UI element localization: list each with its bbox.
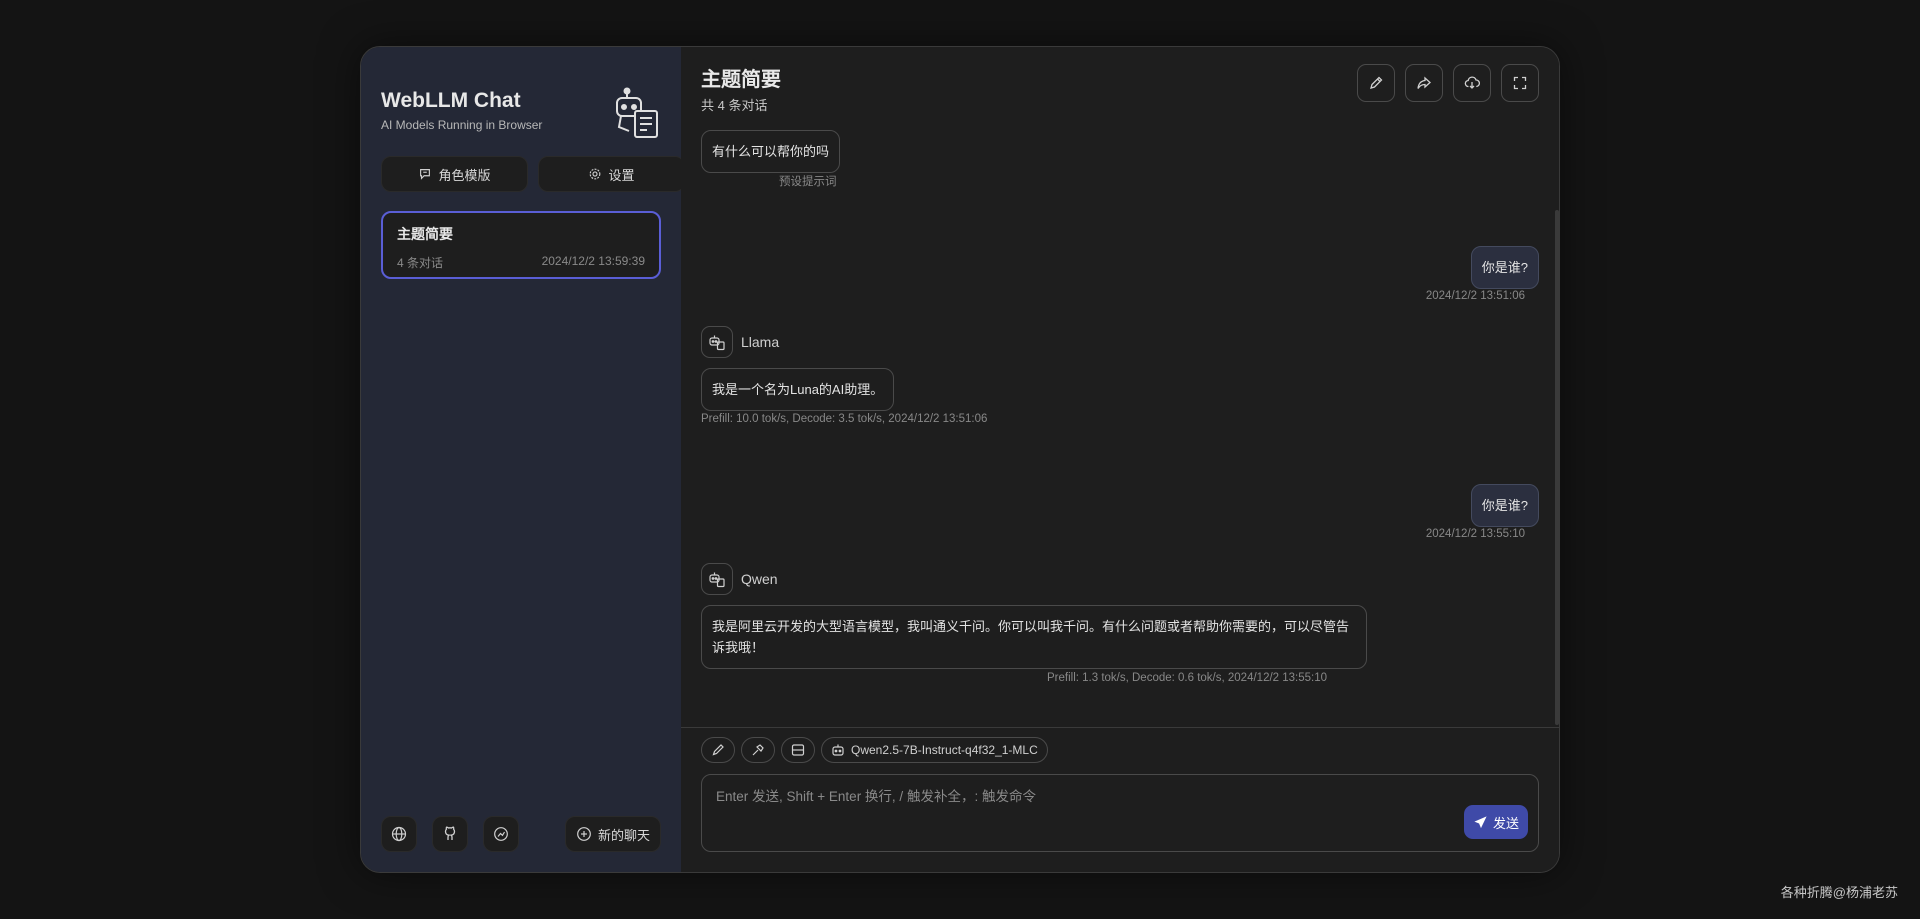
preset-message: 有什么可以帮你的吗 <box>701 130 841 173</box>
clear-context-button[interactable] <box>701 737 735 763</box>
send-label: 发送 <box>1492 815 1519 831</box>
download-button[interactable] <box>1453 64 1491 102</box>
send-icon <box>1474 815 1487 828</box>
model-chip-label: Qwen2.5-7B-Instruct-q4f32_1-MLC <box>851 743 1038 757</box>
gear-icon <box>590 168 601 180</box>
app-title: WebLLM Chat <box>381 89 521 112</box>
cloud-download-icon <box>1464 76 1480 89</box>
sidebar-actions: 角色模版 设置 <box>381 156 685 192</box>
watermark-text: 各种折腾@杨浦老苏 <box>1780 885 1898 900</box>
app-window: WebLLM Chat AI Models Running in Browser <box>360 46 1560 873</box>
settings-button[interactable]: 设置 <box>538 156 685 192</box>
send-button[interactable]: 发送 <box>1464 805 1528 839</box>
chat-item-count: 4 条对话 <box>397 256 444 270</box>
dashboard-icon <box>494 827 508 841</box>
chat-title[interactable]: 主题简要 <box>701 63 781 92</box>
bot-message: 我是一个名为Luna的AI助理。 <box>701 368 895 411</box>
preset-note: 预设提示词 <box>779 176 837 188</box>
prompt-button[interactable] <box>741 737 775 763</box>
chat-item-title: 主题简要 <box>397 226 453 242</box>
hammer-icon <box>752 744 764 756</box>
globe-icon <box>391 826 407 842</box>
chat-header: 主题简要 共 4 条对话 <box>701 63 781 114</box>
composer-divider <box>681 727 1559 728</box>
new-chat-button[interactable]: 新的聊天 <box>564 816 661 852</box>
robot-icon <box>832 744 844 756</box>
chat-subtitle: 共 4 条对话 <box>701 98 768 113</box>
github-button[interactable] <box>432 816 468 852</box>
chat-panel: 主题简要 共 4 条对话 有什么可以帮你的吗 预设提示词 你是谁? 2024/1… <box>681 47 1559 872</box>
robot-icon <box>709 572 725 588</box>
bot-model-name: Qwen <box>741 571 778 587</box>
scrollbar[interactable] <box>1555 210 1559 725</box>
fullscreen-button[interactable] <box>1501 64 1539 102</box>
language-button[interactable] <box>381 816 417 852</box>
maximize-icon <box>1513 76 1527 90</box>
mask-icon <box>420 169 431 180</box>
pencil-icon <box>712 744 724 756</box>
new-chat-label: 新的聊天 <box>597 827 650 843</box>
user-message: 你是谁? <box>1470 246 1539 289</box>
message-input[interactable] <box>702 775 1538 851</box>
bot-avatar <box>701 326 733 358</box>
bot-message: 我是阿里云开发的大型语言模型，我叫通义千问。你可以叫我千问。有什么问题或者帮助你… <box>701 605 1367 669</box>
plus-circle-icon <box>577 827 591 841</box>
chat-list-item[interactable]: 主题简要 4 条对话 2024/12/2 13:59:39 <box>381 211 661 279</box>
robot-icon <box>709 335 725 351</box>
sidebar-footer: 新的聊天 <box>381 816 661 852</box>
pencil-icon <box>1370 76 1383 89</box>
share-icon <box>1417 76 1431 89</box>
bot-message-meta: Prefill: 1.3 tok/s, Decode: 0.6 tok/s, 2… <box>1047 672 1328 684</box>
sidebar: WebLLM Chat AI Models Running in Browser <box>361 47 685 872</box>
header-actions <box>1357 64 1539 102</box>
bot-avatar <box>701 563 733 595</box>
panel-icon <box>791 744 805 756</box>
edit-button[interactable] <box>1357 64 1395 102</box>
settings-label: 设置 <box>608 167 635 183</box>
masks-button[interactable]: 角色模版 <box>381 156 528 192</box>
bot-model-name: Llama <box>741 334 780 350</box>
logs-button[interactable] <box>483 816 519 852</box>
chat-item-time: 2024/12/2 13:59:39 <box>541 254 645 268</box>
layout-button[interactable] <box>781 737 815 763</box>
composer-toolbar: Qwen2.5-7B-Instruct-q4f32_1-MLC <box>701 737 1048 763</box>
github-icon <box>444 826 456 840</box>
message-time: 2024/12/2 13:51:06 <box>1425 290 1525 302</box>
bot-message-meta: Prefill: 10.0 tok/s, Decode: 3.5 tok/s, … <box>701 413 988 425</box>
user-message: 你是谁? <box>1470 484 1539 527</box>
app-subtitle: AI Models Running in Browser <box>381 118 543 132</box>
share-button[interactable] <box>1405 64 1443 102</box>
robot-logo-icon <box>613 87 661 139</box>
masks-label: 角色模版 <box>438 167 491 183</box>
message-input-box: 发送 <box>701 774 1539 852</box>
brand: WebLLM Chat AI Models Running in Browser <box>381 89 542 132</box>
message-time: 2024/12/2 13:55:10 <box>1425 528 1525 540</box>
model-select-button[interactable]: Qwen2.5-7B-Instruct-q4f32_1-MLC <box>821 737 1048 763</box>
